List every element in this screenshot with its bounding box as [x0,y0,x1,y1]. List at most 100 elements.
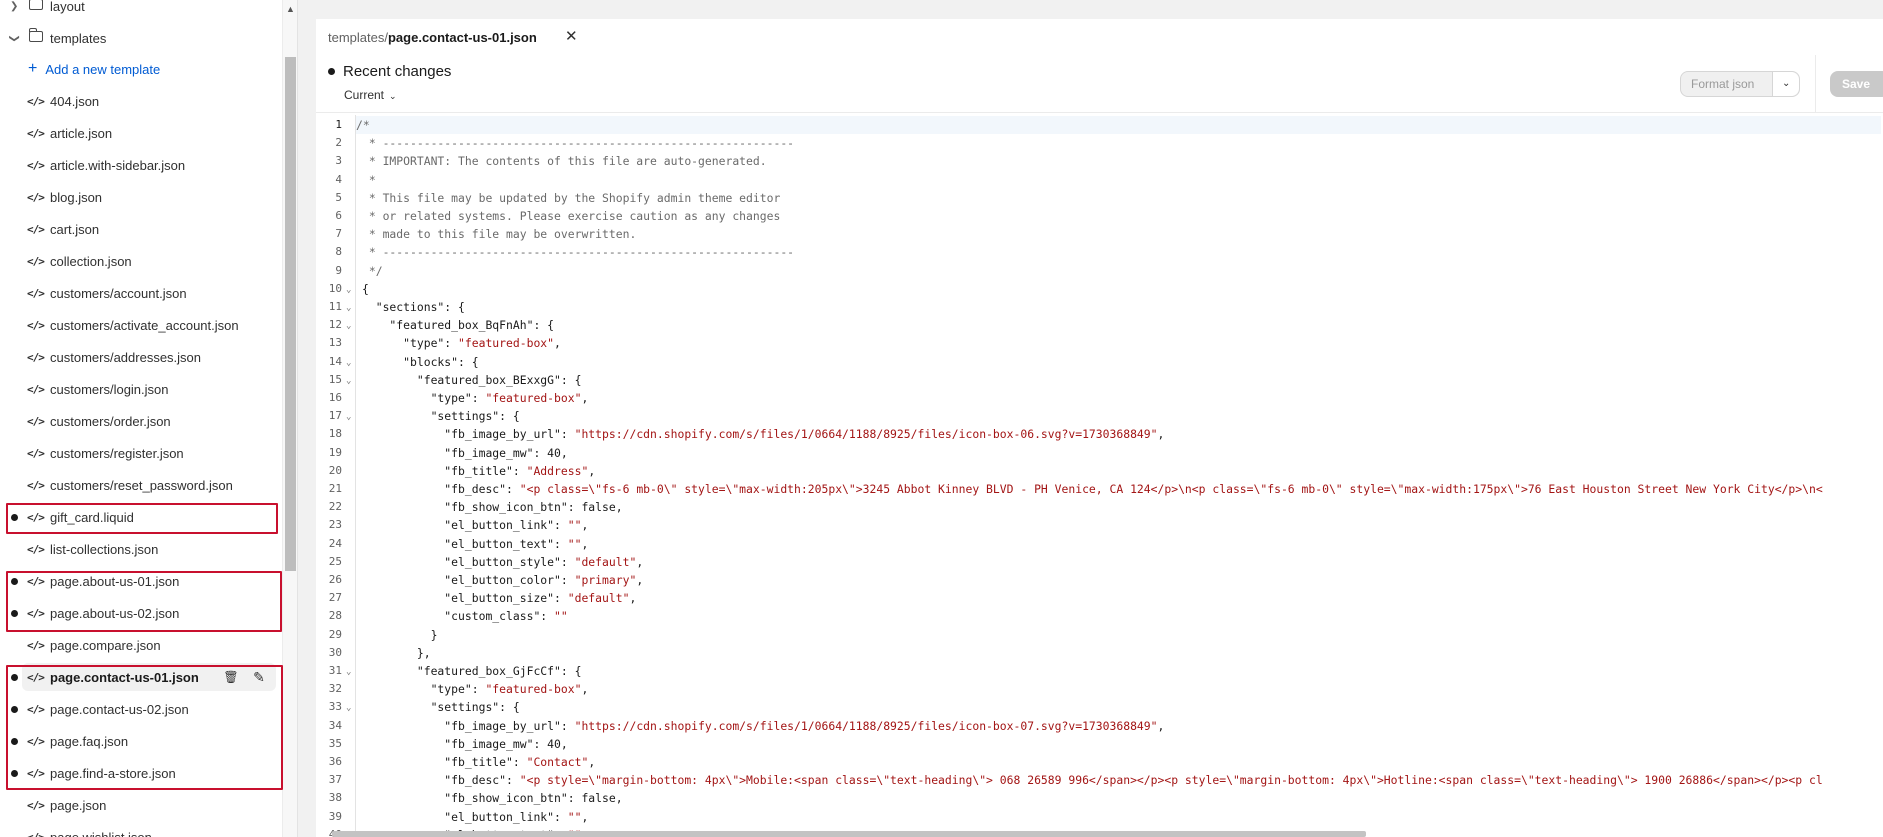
format-json-button[interactable]: Format json [1681,72,1774,96]
file-item[interactable]: </> customers/order.json [0,405,282,437]
line-number: 20 [328,463,342,477]
code-text: }, [362,645,431,660]
code-file-icon: </> [27,638,45,652]
fold-chevron-icon[interactable]: ⌄ [346,280,351,298]
file-item[interactable]: </> page.compare.json [0,629,282,661]
code-file-icon: </> [27,574,45,588]
file-label: page.about-us-02.json [50,605,180,621]
scroll-up-arrow-icon[interactable]: ▲ [286,4,295,14]
line-number: 9 [335,263,342,277]
file-item[interactable]: </> gift_card.liquid [0,501,282,533]
code-area[interactable]: 1 2 3 4 5 6 7 8 9 10 ⌄ 11 ⌄ 12 ⌄ 13 14 ⌄ 15 ⌄ 16 17 ⌄ 18 19 20 21 2… [316,115,1883,837]
close-tab-icon[interactable]: ✕ [565,27,578,45]
file-item[interactable]: </> customers/addresses.json [0,341,282,373]
file-item[interactable]: </> page.faq.json [0,725,282,757]
file-item[interactable]: </> customers/register.json [0,437,282,469]
line-number: 17 [328,409,342,423]
fold-chevron-icon[interactable]: ⌄ [346,698,351,716]
code-punct: , [554,336,561,351]
file-item[interactable]: </> list-collections.json [0,533,282,565]
file-label: customers/login.json [50,381,169,397]
horizontal-scrollbar-thumb[interactable] [332,831,1366,837]
file-item[interactable]: </> collection.json [0,245,282,277]
folder-layout[interactable]: ❯ layout [0,0,282,20]
code-line: "featured_box_BExxgG": { [362,371,582,389]
code-punct: , [581,518,589,533]
code-file-icon: </> [27,94,45,108]
file-label: article.with-sidebar.json [50,157,186,173]
code-line: "fb_show_icon_btn": false, [362,789,622,807]
file-item[interactable]: </> customers/reset_password.json [0,469,282,501]
file-item[interactable]: </> article.with-sidebar.json [0,149,282,181]
code-punct: , [1157,427,1165,442]
line-number: 36 [328,755,342,768]
code-text: * [362,172,376,187]
line-number: 1 [335,118,342,131]
line-number: 13 [328,336,342,350]
code-punct: , [636,573,644,587]
file-item[interactable]: </> customers/login.json [0,373,282,405]
code-file-icon: </> [27,606,45,620]
line-number: 26 [328,573,342,586]
line-number: 25 [328,554,342,568]
line-number: 19 [328,445,342,459]
code-text: "el_button_text": [362,536,568,551]
code-string: "featured-box" [485,682,582,697]
code-line: * made to this file may be overwritten. [362,225,636,243]
line-number: 29 [328,627,342,641]
code-line: */ [362,262,383,280]
code-string: "" [554,609,568,624]
version-selector[interactable]: Current ⌄ [344,88,397,102]
code-text: "fb_image_mw": 40, [362,736,568,751]
fold-chevron-icon[interactable]: ⌄ [346,407,351,425]
tab-page-contact-us-01[interactable]: templates/page.contact-us-01.json ✕ [316,19,589,55]
file-item[interactable]: </> page.wishlist.json [0,821,282,837]
save-button[interactable]: Save [1830,71,1883,97]
file-item[interactable]: </> page.contact-us-01.json 🗑 ✎ [0,661,282,693]
file-item[interactable]: </> customers/activate_account.json [0,309,282,341]
format-options-dropdown-icon[interactable]: ⌄ [1773,72,1799,96]
code-text: "el_button_color": [362,573,575,587]
file-item[interactable]: </> page.json [0,789,282,821]
file-item[interactable]: </> page.find-a-store.json [0,757,282,789]
sidebar-scrollbar-thumb[interactable] [285,57,296,571]
pencil-icon[interactable]: ✎ [250,668,268,686]
file-item[interactable]: </> page.about-us-02.json [0,597,282,629]
recent-changes-label: Recent changes [343,63,452,80]
fold-chevron-icon[interactable]: ⌄ [346,316,351,334]
code-text: "fb_title": [362,755,527,769]
code-text: "fb_show_icon_btn": false, [362,500,623,515]
tab-path: templates/page.contact-us-01.json [328,30,537,45]
folder-templates[interactable]: ❯ templates [0,24,282,52]
sidebar-scrollbar[interactable]: ▲ [282,0,297,837]
chevron-down-icon: ⌄ [389,91,397,101]
file-item[interactable]: </> customers/account.json [0,277,282,309]
code-line: "el_button_text": "", [362,535,588,553]
code-punct: , [588,755,596,769]
fold-chevron-icon[interactable]: ⌄ [346,298,351,316]
code-text: "fb_image_by_url": [362,718,575,733]
trash-icon[interactable]: 🗑 [222,668,240,686]
line-number: 14 [328,354,342,368]
file-item[interactable]: </> page.about-us-01.json [0,565,282,597]
file-item[interactable]: </> 404.json [0,85,282,117]
code-text: "blocks": { [362,354,479,369]
file-label: gift_card.liquid [50,509,134,525]
code-line: "type": "featured-box", [362,389,589,407]
file-item[interactable]: </> cart.json [0,213,282,245]
file-label: customers/account.json [50,285,187,301]
fold-chevron-icon[interactable]: ⌄ [346,353,351,371]
file-label: blog.json [50,189,103,205]
editor-toolbar: Recent changes Current ⌄ Format json ⌄ Sa… [316,55,1883,113]
file-item[interactable]: </> article.json [0,117,282,149]
tab-path-prefix: templates/ [328,29,388,45]
fold-chevron-icon[interactable]: ⌄ [346,371,351,389]
file-item[interactable]: </> page.contact-us-02.json [0,693,282,725]
line-number: 7 [335,227,342,241]
chevron-down-icon: ❯ [8,33,20,43]
line-number: 38 [328,791,342,805]
file-item[interactable]: </> blog.json [0,181,282,213]
add-new-template-link[interactable]: + Add a new template [28,59,160,79]
fold-chevron-icon[interactable]: ⌄ [346,662,351,680]
code-text: "fb_desc": [362,482,520,496]
